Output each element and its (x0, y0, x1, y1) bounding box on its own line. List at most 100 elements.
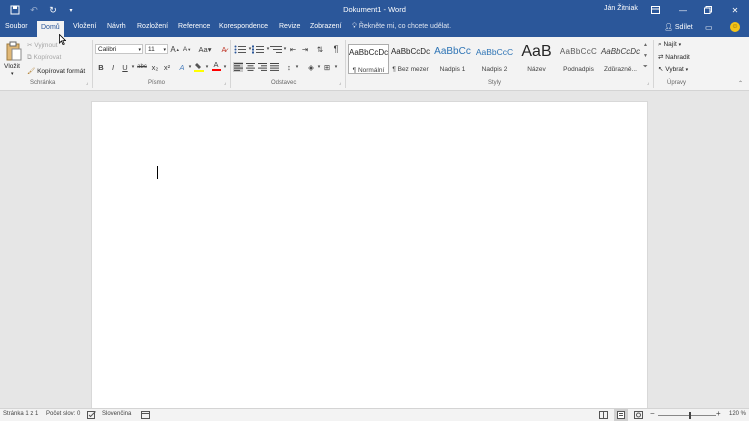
dialog-launcher-icon[interactable]: ⌟ (86, 80, 88, 86)
bold-button[interactable]: B (96, 62, 106, 72)
collapse-ribbon-icon[interactable]: ⌃ (738, 80, 743, 87)
cut-button[interactable]: ✂ Vyjmout (27, 41, 58, 49)
mouse-pointer-icon (59, 34, 66, 45)
chevron-down-icon[interactable]: ▾ (220, 62, 230, 72)
italic-button[interactable]: I (108, 62, 118, 72)
scroll-up-icon[interactable]: ▲ (643, 42, 648, 48)
chevron-down-icon: ▾ (163, 47, 166, 53)
zoom-out-icon[interactable]: − (650, 409, 655, 418)
minimize-icon[interactable]: — (675, 3, 691, 17)
superscript-button[interactable]: x² (162, 62, 172, 72)
style-preview: AaBbCcDc (390, 47, 431, 56)
increase-indent-icon[interactable]: ⇥ (300, 44, 310, 54)
tab-file[interactable]: Soubor (5, 23, 28, 30)
scroll-down-icon[interactable]: ▼ (643, 53, 648, 59)
align-center-icon[interactable] (245, 62, 255, 72)
comment-icon[interactable]: ▭ (705, 23, 713, 32)
pilcrow-icon[interactable]: ¶ (331, 44, 341, 54)
style-subtitle[interactable]: AaBbCcC Podnadpis (558, 44, 599, 74)
style-heading-1[interactable]: AaBbCc Nadpis 1 (432, 44, 473, 74)
zoom-in-icon[interactable]: + (716, 409, 721, 418)
strikethrough-button[interactable]: abc (136, 62, 148, 72)
word-count[interactable]: Počet slov: 0 (46, 411, 80, 417)
style-name: Zdůrazně... (604, 66, 637, 73)
style-preview: AaBbCcC (559, 47, 598, 56)
clear-formatting-icon[interactable]: A̷ (219, 44, 229, 54)
close-icon[interactable]: ✕ (727, 3, 743, 17)
tab-mailings[interactable]: Korespondence (219, 23, 268, 30)
sort-icon[interactable]: ⇅ (315, 44, 325, 54)
chevron-down-icon[interactable]: ▾ (292, 62, 302, 72)
group-divider (230, 40, 231, 88)
copy-button[interactable]: ⧉ Kopírovat (27, 54, 61, 62)
style-preview: AaBbCcDc (600, 47, 641, 56)
zoom-level[interactable]: 120 % (729, 411, 746, 417)
macro-icon[interactable] (141, 411, 150, 421)
style-emphasis[interactable]: AaBbCcDc Zdůrazně... (600, 44, 641, 74)
share-button[interactable]: 👤︎ Sdílet (664, 23, 693, 31)
find-label: Najít (663, 41, 677, 48)
align-left-icon[interactable] (233, 62, 243, 72)
style-heading-2[interactable]: AaBbCcC Nadpis 2 (474, 44, 515, 74)
zoom-slider[interactable] (658, 412, 716, 419)
select-button[interactable]: ↖ Vybrat ▾ (658, 65, 688, 73)
font-size-combo[interactable]: 11 ▾ (145, 44, 168, 54)
paintbrush-icon: 🖌︎ (27, 68, 36, 75)
find-button[interactable]: ⌕ Najít ▾ (658, 41, 681, 49)
decrease-indent-icon[interactable]: ⇤ (288, 44, 298, 54)
font-name-combo[interactable]: Calibri ▾ (95, 44, 143, 54)
chevron-down-icon[interactable]: ▾ (331, 62, 341, 72)
clipboard-icon (6, 41, 22, 61)
dialog-launcher-icon[interactable]: ⌟ (647, 80, 649, 86)
dialog-launcher-icon[interactable]: ⌟ (339, 80, 341, 86)
user-name[interactable]: Ján Žitniak (604, 5, 638, 12)
tell-me-search[interactable]: 💡︎ Řekněte mi, co chcete udělat. (352, 23, 451, 31)
align-right-icon[interactable] (257, 62, 267, 72)
smiley-feedback-icon[interactable]: ☺ (730, 22, 740, 32)
share-label: Sdílet (674, 24, 693, 31)
tab-review[interactable]: Revize (279, 23, 300, 30)
language-indicator[interactable]: Slovenčina (102, 411, 131, 417)
print-layout-icon[interactable] (614, 409, 628, 421)
chevron-down-icon: ▾ (678, 42, 682, 48)
style-preview: AaBbCc (434, 46, 471, 57)
document-page[interactable] (91, 101, 648, 409)
font-group-label: Písmo (148, 80, 166, 86)
justify-icon[interactable] (269, 62, 279, 72)
zoom-slider-thumb[interactable] (688, 412, 691, 419)
copy-label: Kopírovat (33, 54, 62, 61)
tab-layout[interactable]: Rozložení (137, 23, 168, 30)
tab-view[interactable]: Zobrazení (310, 23, 342, 30)
group-divider (345, 40, 346, 88)
proofing-icon[interactable] (87, 411, 96, 421)
paste-button[interactable]: Vložit ▾ (3, 40, 23, 78)
style-normal[interactable]: AaBbCcDc ¶ Normální (348, 44, 389, 74)
tab-insert[interactable]: Vložení (73, 23, 96, 30)
dialog-launcher-icon[interactable]: ⌟ (224, 80, 226, 86)
ribbon-display-icon[interactable] (647, 3, 663, 17)
tab-references[interactable]: Reference (178, 23, 210, 30)
shrink-font-icon[interactable]: A ▼ (182, 44, 192, 54)
format-painter-button[interactable]: 🖌︎ Kopírovat formát (27, 67, 85, 75)
style-name: Nadpis 2 (481, 66, 508, 73)
grow-font-icon[interactable]: A ▲ (170, 44, 180, 54)
web-layout-icon[interactable] (634, 411, 643, 421)
read-mode-icon[interactable] (599, 411, 608, 421)
style-no-spacing[interactable]: AaBbCcDc ¶ Bez mezer (390, 44, 431, 74)
tab-design[interactable]: Návrh (107, 23, 126, 30)
ribbon-tabs: Soubor Domů Vložení Návrh Rozložení Refe… (0, 20, 749, 37)
title-bar: ↶ ↻ ▾ Dokument1 - Word Ján Žitniak — ✕ (0, 0, 749, 20)
more-styles-icon[interactable]: ⏷ (643, 64, 648, 71)
person-icon: 👤︎ (664, 24, 673, 31)
style-title[interactable]: AaB Název (516, 44, 557, 74)
paste-label: Vložit (4, 63, 20, 70)
clipboard-group-label: Schránka (30, 80, 56, 86)
restore-icon[interactable] (700, 3, 716, 17)
style-preview: AaBbCcDc (349, 48, 388, 57)
subscript-button[interactable]: x₂ (150, 62, 160, 72)
change-case-label: Aa (198, 44, 208, 54)
page-count[interactable]: Stránka 1 z 1 (3, 411, 38, 417)
text-cursor (157, 166, 158, 179)
change-case-icon[interactable]: Aa ▾ (197, 44, 213, 54)
replace-button[interactable]: ⇄ Nahradit (658, 53, 690, 61)
